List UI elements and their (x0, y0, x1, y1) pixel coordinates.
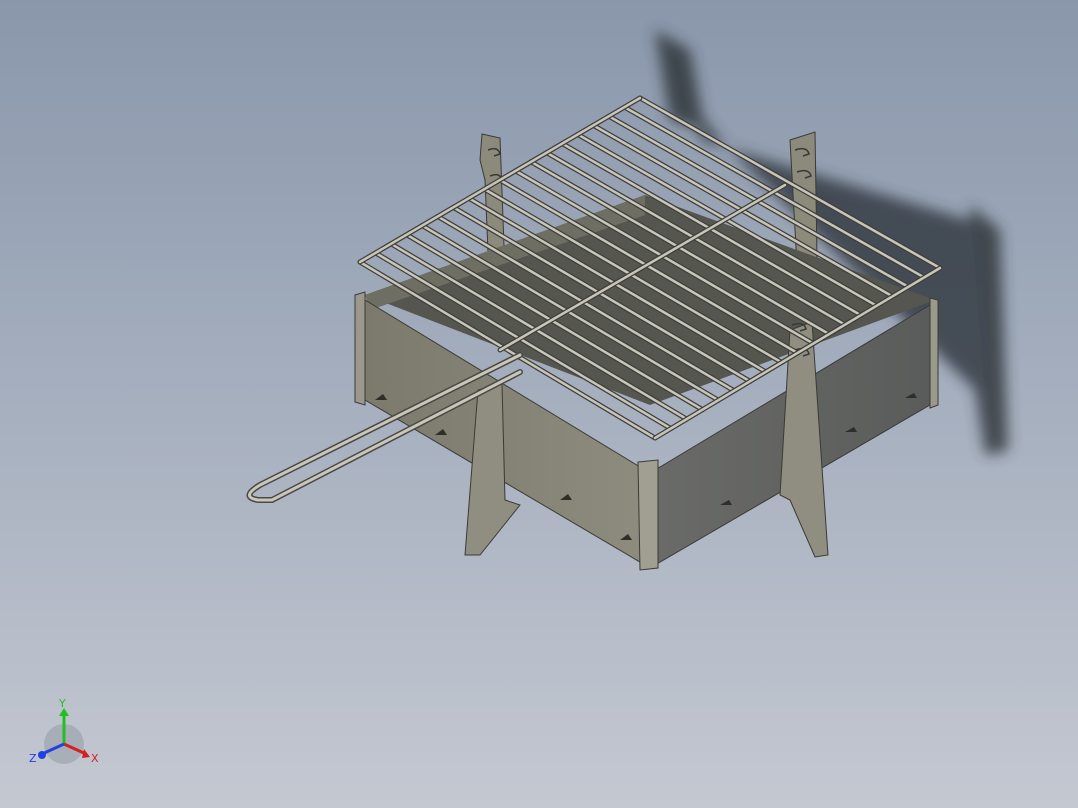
view-orientation-triad[interactable]: Y X Z (28, 694, 104, 770)
graphics-viewport[interactable]: Y X Z (0, 0, 1078, 808)
z-axis-label: Z (29, 752, 37, 765)
x-axis-arrowhead (82, 749, 90, 758)
y-axis-label: Y (58, 697, 66, 710)
z-axis-endpoint (38, 751, 46, 759)
x-axis-label: X (91, 752, 99, 765)
model-scene[interactable] (0, 0, 1078, 808)
